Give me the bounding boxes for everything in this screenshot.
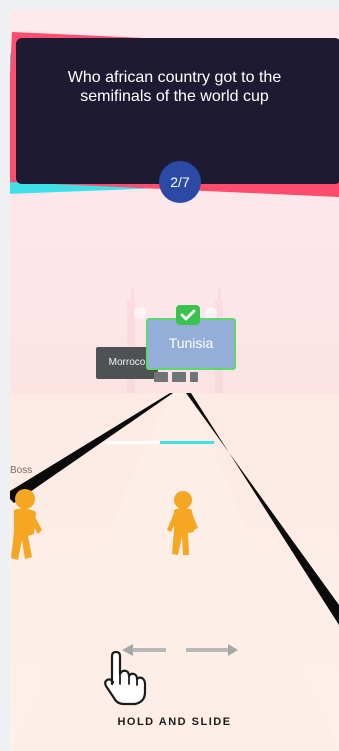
distant-gate xyxy=(172,372,186,382)
hand-pointer-icon xyxy=(102,650,148,711)
distant-gate xyxy=(190,372,198,382)
lane-marker-white xyxy=(105,441,160,444)
distant-gate xyxy=(154,372,168,382)
checkmark-icon xyxy=(176,305,200,325)
instruction-text: HOLD AND SLIDE xyxy=(117,716,232,728)
boss-label: Boss xyxy=(10,465,33,476)
question-progress-badge: 2/7 xyxy=(159,161,201,203)
answer-option-right[interactable]: Tunisia xyxy=(146,318,236,370)
lane-marker-cyan xyxy=(160,441,214,444)
game-viewport[interactable]: Boss Morroco Tunisia Who african country… xyxy=(10,10,339,751)
question-text: Who african country got to the semifinal… xyxy=(67,69,282,105)
